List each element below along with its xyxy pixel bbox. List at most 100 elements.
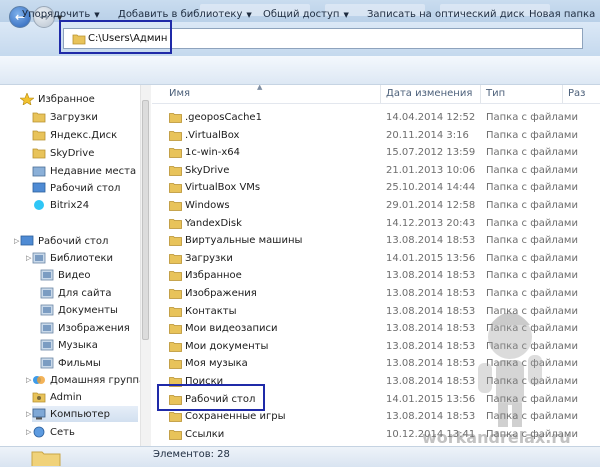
nav-item-label: Домашняя группа (50, 374, 146, 386)
item-count: Элементов: 28 (153, 449, 230, 460)
folder-icon (169, 324, 182, 335)
nav-item[interactable]: Недавние места (32, 163, 138, 179)
file-date: 14.12.2013 20:43 (386, 217, 476, 229)
expand-arrow-icon[interactable]: ▷ (26, 376, 31, 384)
file-date: 29.01.2014 12:58 (386, 200, 476, 211)
folder-downloads-icon (32, 112, 46, 123)
file-row[interactable]: Изображения 13.08.2014 18:53 Папка с файла… (152, 285, 600, 303)
column-header-name[interactable]: Имя (169, 88, 190, 99)
nav-item[interactable]: Для сайта (40, 285, 138, 301)
nav-item[interactable]: Сеть (32, 424, 138, 440)
folder-icon (169, 306, 182, 317)
nav-item[interactable]: Рабочий стол (32, 180, 138, 196)
nav-item[interactable]: Bitrix24 (32, 197, 138, 213)
address-annotation-box (59, 20, 172, 54)
file-date: 14.04.2014 12:52 (386, 112, 476, 123)
file-row[interactable]: SkyDrive 21.01.2013 10:06 Папка с файлами (152, 162, 600, 180)
column-separator[interactable] (480, 85, 481, 103)
nav-item[interactable]: Документы (40, 302, 138, 318)
file-date: 21.01.2013 10:06 (386, 164, 476, 176)
folder-icon (169, 359, 182, 370)
file-type: Папка с файлами (486, 252, 578, 264)
file-type: Папка с файлами (486, 164, 578, 176)
file-name: .geoposCache1 (185, 112, 262, 123)
file-name: YandexDisk (185, 217, 242, 229)
file-date: 13.08.2014 18:53 (386, 323, 476, 335)
folder-icon (169, 130, 182, 141)
nav-item-label: Музыка (58, 339, 98, 351)
nav-item[interactable]: Загрузки (32, 109, 138, 125)
folder-icon (169, 271, 182, 282)
expand-arrow-icon[interactable]: ▷ (26, 428, 31, 436)
column-headers: ▲ Имя Дата изменения Тип Раз (152, 85, 600, 104)
file-date: 14.01.2015 13:56 (386, 252, 476, 264)
homegroup-icon (33, 376, 45, 384)
nav-item[interactable]: Домашняя группа (32, 372, 145, 388)
file-row[interactable]: VirtualBox VMs 25.10.2014 14:44 Папка с фа… (152, 179, 600, 197)
file-name: Моя музыка (185, 358, 248, 370)
organize-button[interactable]: Упорядочить ▼ (22, 9, 100, 20)
file-date: 14.01.2015 13:56 (386, 393, 476, 405)
share-button[interactable]: Общий доступ ▼ (263, 9, 349, 20)
nav-item[interactable]: Библиотеки (32, 250, 138, 266)
nav-item[interactable]: Изображения (40, 320, 138, 336)
file-row[interactable]: Windows 29.01.2014 12:58 Папка с файлами (152, 197, 600, 215)
folder-icon (32, 130, 46, 141)
pictures-library-icon (40, 322, 54, 334)
command-toolbar (0, 56, 600, 85)
folder-icon (169, 412, 182, 423)
column-header-type[interactable]: Тип (486, 88, 505, 99)
nav-item-label: Рабочий стол (38, 235, 109, 247)
music-library-icon (40, 339, 54, 351)
status-bar (0, 446, 600, 467)
nav-item-label: Для сайта (58, 287, 112, 299)
expand-arrow-icon[interactable]: ▷ (14, 237, 19, 245)
column-separator[interactable] (380, 85, 381, 103)
library-icon (40, 287, 54, 299)
folder-icon (169, 253, 182, 264)
file-name: Контакты (185, 305, 237, 317)
add-to-library-button[interactable]: Добавить в библиотеку ▼ (118, 9, 252, 20)
nav-item[interactable]: Рабочий стол (20, 233, 138, 249)
column-header-date[interactable]: Дата изменения (386, 88, 472, 99)
folder-icon (169, 341, 182, 352)
file-row[interactable]: .VirtualBox 20.11.2014 3:16 Папка с файлам… (152, 127, 600, 145)
nav-item[interactable]: Фильмы (40, 355, 138, 371)
nav-item[interactable]: Яндекс.Диск (32, 127, 138, 143)
file-row[interactable]: Избранное 13.08.2014 18:53 Папка с файлами (152, 267, 600, 285)
column-separator[interactable] (562, 85, 563, 103)
file-row[interactable]: 1c-win-x64 15.07.2012 13:59 Папка с файлам… (152, 144, 600, 162)
nav-item-label: Избранное (38, 93, 95, 105)
nav-item[interactable]: Видео (40, 267, 138, 283)
file-row[interactable]: .geoposCache1 14.04.2014 12:52 Папка с фай… (152, 109, 600, 127)
file-name: SkyDrive (185, 164, 230, 176)
column-header-size[interactable]: Раз (568, 88, 585, 99)
file-row[interactable]: Виртуальные машины 13.08.2014 18:53 Папка … (152, 232, 600, 250)
file-date: 13.08.2014 18:53 (386, 288, 476, 299)
nav-item[interactable]: Избранное (20, 91, 138, 107)
nav-item[interactable]: Компьютер (32, 406, 138, 422)
file-row[interactable]: Загрузки 14.01.2015 13:56 Папка с файлами (152, 250, 600, 268)
documents-library-icon (40, 304, 54, 316)
burn-disc-button[interactable]: Записать на оптический диск (367, 9, 525, 20)
new-folder-button[interactable]: Новая папка (529, 9, 595, 20)
expand-arrow-icon[interactable]: ▷ (26, 410, 31, 418)
nav-item-label: Сеть (50, 426, 75, 438)
nav-item[interactable]: SkyDrive (32, 145, 138, 161)
nav-item[interactable]: Музыка (40, 337, 138, 353)
file-row[interactable]: YandexDisk 14.12.2013 20:43 Папка с файлам… (152, 215, 600, 233)
folder-icon (169, 218, 182, 229)
expand-arrow-icon[interactable]: ▷ (26, 254, 31, 262)
desktop-icon (20, 235, 34, 246)
folder-icon (32, 148, 46, 159)
file-name: VirtualBox VMs (185, 182, 261, 194)
file-name: Ссылки (185, 428, 225, 440)
nav-item-label: Рабочий стол (50, 182, 121, 194)
nav-item-label: Документы (58, 304, 118, 316)
file-date: 25.10.2014 14:44 (386, 182, 476, 194)
nav-item-label: Библиотеки (50, 252, 114, 264)
navigation-scrollbar-thumb[interactable] (142, 100, 149, 340)
video-library-icon (40, 269, 54, 281)
nav-item[interactable]: Admin (32, 389, 138, 405)
file-type: Папка с файлами (486, 147, 578, 159)
